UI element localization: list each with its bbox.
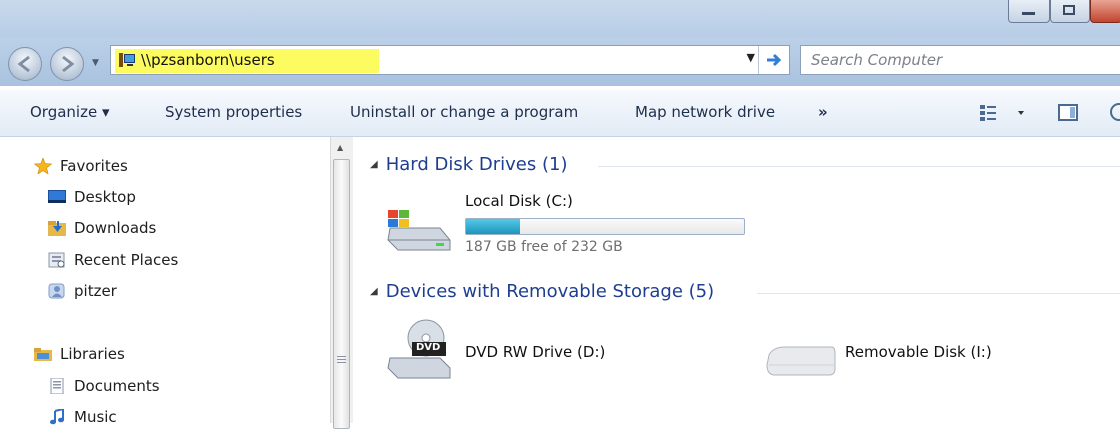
group-divider [757,293,1120,294]
sidebar-item-documents[interactable]: Documents [48,377,160,395]
forward-arrow-icon [62,55,75,73]
dvd-drive-label[interactable]: DVD RW Drive (D:) [465,343,605,361]
group-header-removable[interactable]: ◢ Devices with Removable Storage (5) [370,281,714,302]
desktop-icon [48,190,66,203]
uninstall-program-button[interactable]: Uninstall or change a program [350,103,578,121]
downloads-folder-icon [48,221,66,236]
sidebar-item-label: Downloads [74,219,157,237]
sidebar-item-label: Favorites [60,157,128,175]
maximize-icon [1063,5,1075,15]
content-pane [353,137,1120,423]
organize-button[interactable]: Organize ▾ [30,103,110,121]
local-disk-label[interactable]: Local Disk (C:) [465,192,573,210]
dvd-badge: DVD [416,342,441,353]
close-button[interactable] [1090,0,1120,23]
sidebar-item-favorites[interactable]: Favorites [34,157,128,175]
sidebar-item-label: Music [74,408,117,426]
removable-disk-icon[interactable] [765,345,837,383]
group-title: Hard Disk Drives (1) [385,154,568,175]
scroll-up-arrow-icon[interactable]: ▲ [337,143,343,152]
go-arrow-icon [767,53,782,67]
maximize-button[interactable] [1050,0,1090,23]
address-dropdown-icon[interactable]: ▼ [747,51,755,64]
forward-button[interactable] [50,47,84,81]
sidebar-item-downloads[interactable]: Downloads [48,219,156,237]
sidebar-item-libraries[interactable]: Libraries [34,345,125,363]
address-bar[interactable]: \\pzsanborn\users ▼ [110,45,790,75]
view-options-icon [980,105,1024,121]
sidebar-item-desktop[interactable]: Desktop [48,188,136,206]
back-button[interactable] [8,47,42,81]
map-network-drive-button[interactable]: Map network drive [635,103,775,121]
disk-usage-bar [465,218,745,235]
sidebar-item-pitzer[interactable]: pitzer [48,282,117,300]
user-shortcut-icon [48,283,65,299]
more-commands-button[interactable]: » [818,103,828,121]
sidebar-item-label: Recent Places [74,251,179,269]
group-divider [598,166,1120,167]
local-disk-icon[interactable] [384,208,454,258]
disk-usage-fill [466,219,520,234]
removable-disk-label[interactable]: Removable Disk (I:) [845,343,992,361]
minimize-button[interactable] [1008,0,1050,23]
computer-icon [119,53,135,67]
local-disk-free-space: 187 GB free of 232 GB [465,239,623,255]
sidebar-item-label: Desktop [74,188,136,206]
scrollbar-thumb[interactable] [333,159,350,429]
address-text: \\pzsanborn\users [141,51,275,69]
title-bar [0,0,1120,38]
preview-pane-button[interactable] [1058,104,1078,121]
back-arrow-icon [17,55,30,73]
recent-places-icon [48,252,65,268]
collapse-arrow-icon: ◢ [370,159,378,170]
system-properties-button[interactable]: System properties [165,103,302,121]
group-title: Devices with Removable Storage (5) [385,281,715,302]
sidebar-item-recent-places[interactable]: Recent Places [48,251,178,269]
group-header-hard-disks[interactable]: ◢ Hard Disk Drives (1) [370,154,567,175]
minimize-icon [1022,12,1035,15]
search-placeholder: Search Computer [811,51,943,69]
libraries-icon [34,348,52,361]
grip-icon [337,356,346,357]
change-view-button[interactable] [980,104,1024,126]
go-button[interactable] [758,46,789,74]
sidebar-item-label: Documents [74,377,160,395]
preview-pane-icon [1070,107,1075,118]
collapse-arrow-icon: ◢ [370,286,378,297]
dvd-drive-icon[interactable]: DVD [384,318,454,386]
search-input[interactable]: Search Computer [800,45,1120,75]
documents-icon [50,378,64,394]
sidebar-item-music[interactable]: Music [48,408,117,426]
sidebar-item-label: pitzer [74,282,117,300]
recent-pages-dropdown[interactable]: ▼ [92,58,99,68]
star-icon [34,158,52,174]
sidebar-scrollbar[interactable]: ▲ [330,137,353,429]
sidebar-item-label: Libraries [60,345,125,363]
